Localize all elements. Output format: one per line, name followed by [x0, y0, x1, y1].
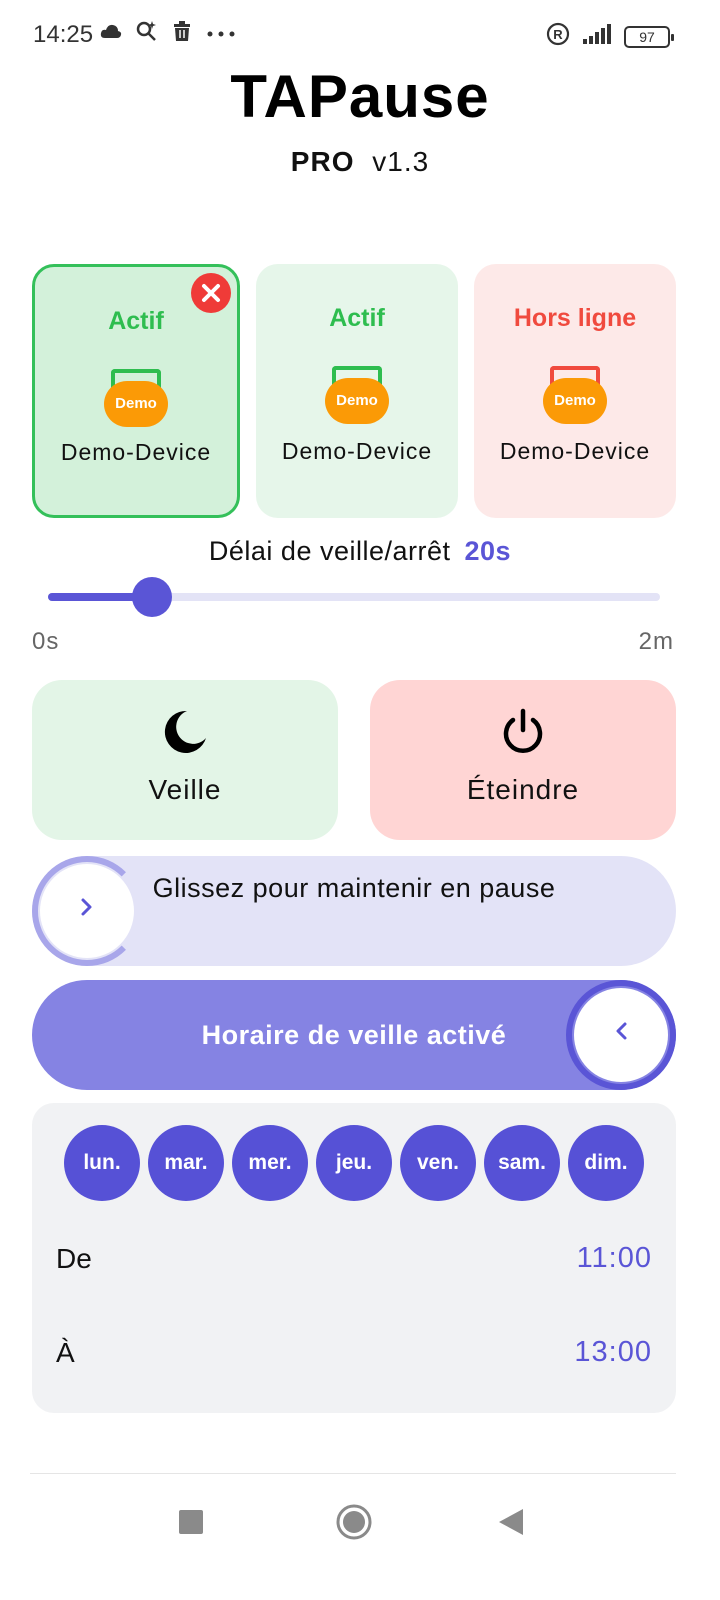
slider-min-label: 0s	[32, 628, 60, 655]
swipe-handle[interactable]	[40, 864, 134, 958]
device-card-2[interactable]: Actif Demo Demo-Device	[256, 264, 458, 518]
battery-icon: 97	[624, 25, 674, 48]
schedule-panel: lun. mar. mer. jeu. ven. sam. dim. De 11…	[32, 1103, 676, 1413]
cloud-icon	[100, 23, 122, 44]
power-off-button[interactable]: Éteindre	[370, 680, 676, 840]
from-label: De	[56, 1243, 92, 1274]
device-list: Actif Demo Demo-Device Actif Demo Demo-D…	[32, 264, 676, 520]
day-sat[interactable]: sam.	[484, 1125, 560, 1201]
device-icon: Demo	[325, 366, 389, 426]
device-name: Demo-Device	[499, 438, 651, 464]
day-sun[interactable]: dim.	[568, 1125, 644, 1201]
device-status: Hors ligne	[513, 304, 637, 332]
trash-icon	[172, 20, 192, 47]
svg-text:R: R	[553, 27, 563, 42]
to-time[interactable]: 13:00	[574, 1336, 652, 1369]
status-bar: 14:25 R 97	[0, 0, 720, 68]
status-time: 14:25	[33, 21, 94, 48]
demo-badge: Demo	[543, 378, 607, 424]
more-dots-icon	[206, 25, 236, 43]
schedule-toggle-handle[interactable]	[574, 988, 668, 1082]
status-right-icons: R 97	[546, 22, 674, 51]
demo-badge: Demo	[325, 378, 389, 424]
slider-thumb[interactable]	[132, 577, 172, 617]
status-left-icons	[100, 20, 236, 47]
nav-divider	[30, 1473, 676, 1474]
device-name: Demo-Device	[60, 439, 212, 465]
device-icon: Demo	[104, 369, 168, 429]
delay-label-row: Délai de veille/arrêt 20s	[0, 536, 720, 567]
schedule-toggle[interactable]: Horaire de veille activé	[32, 980, 676, 1090]
weekday-selector: lun. mar. mer. jeu. ven. sam. dim.	[64, 1125, 644, 1201]
sleep-label: Veille	[148, 774, 222, 805]
recent-apps-icon[interactable]	[178, 1509, 204, 1540]
power-icon	[499, 708, 547, 756]
close-icon[interactable]	[191, 273, 231, 313]
day-tue[interactable]: mar.	[148, 1125, 224, 1201]
device-status: Actif	[329, 304, 385, 332]
to-label: À	[56, 1337, 75, 1368]
power-off-label: Éteindre	[466, 774, 580, 805]
delay-value: 20s	[464, 536, 512, 566]
from-time[interactable]: 11:00	[577, 1242, 652, 1275]
moon-icon	[161, 708, 209, 756]
back-icon[interactable]	[496, 1507, 526, 1542]
swipe-text: Glissez pour maintenir en pause	[152, 873, 556, 903]
chevron-left-icon	[616, 1022, 627, 1040]
demo-badge: Demo	[104, 381, 168, 427]
version-label: v1.3	[372, 146, 430, 177]
home-icon[interactable]	[335, 1503, 373, 1546]
device-card-1[interactable]: Actif Demo Demo-Device	[32, 264, 240, 518]
app-subtitle: PRO v1.3	[0, 146, 720, 178]
day-mon[interactable]: lun.	[64, 1125, 140, 1201]
day-wed[interactable]: mer.	[232, 1125, 308, 1201]
device-icon: Demo	[543, 366, 607, 426]
delay-slider[interactable]	[48, 577, 660, 617]
day-fri[interactable]: ven.	[400, 1125, 476, 1201]
delay-label: Délai de veille/arrêt	[208, 536, 451, 566]
device-card-3[interactable]: Hors ligne Demo Demo-Device	[474, 264, 676, 518]
chevron-right-icon	[81, 898, 92, 916]
search-sparkle-icon	[136, 20, 158, 47]
registered-icon: R	[546, 22, 570, 51]
app-title: TAPause	[230, 63, 490, 130]
slider-max-label: 2m	[638, 628, 674, 655]
day-thu[interactable]: jeu.	[316, 1125, 392, 1201]
action-buttons: Veille Éteindre	[32, 680, 676, 840]
sleep-button[interactable]: Veille	[32, 680, 338, 840]
system-nav-bar	[0, 1500, 720, 1544]
swipe-pause-slider[interactable]: Glissez pour maintenir en pause	[32, 856, 676, 966]
signal-icon	[582, 23, 612, 50]
device-name: Demo-Device	[281, 438, 433, 464]
edition-label: PRO	[290, 146, 355, 177]
